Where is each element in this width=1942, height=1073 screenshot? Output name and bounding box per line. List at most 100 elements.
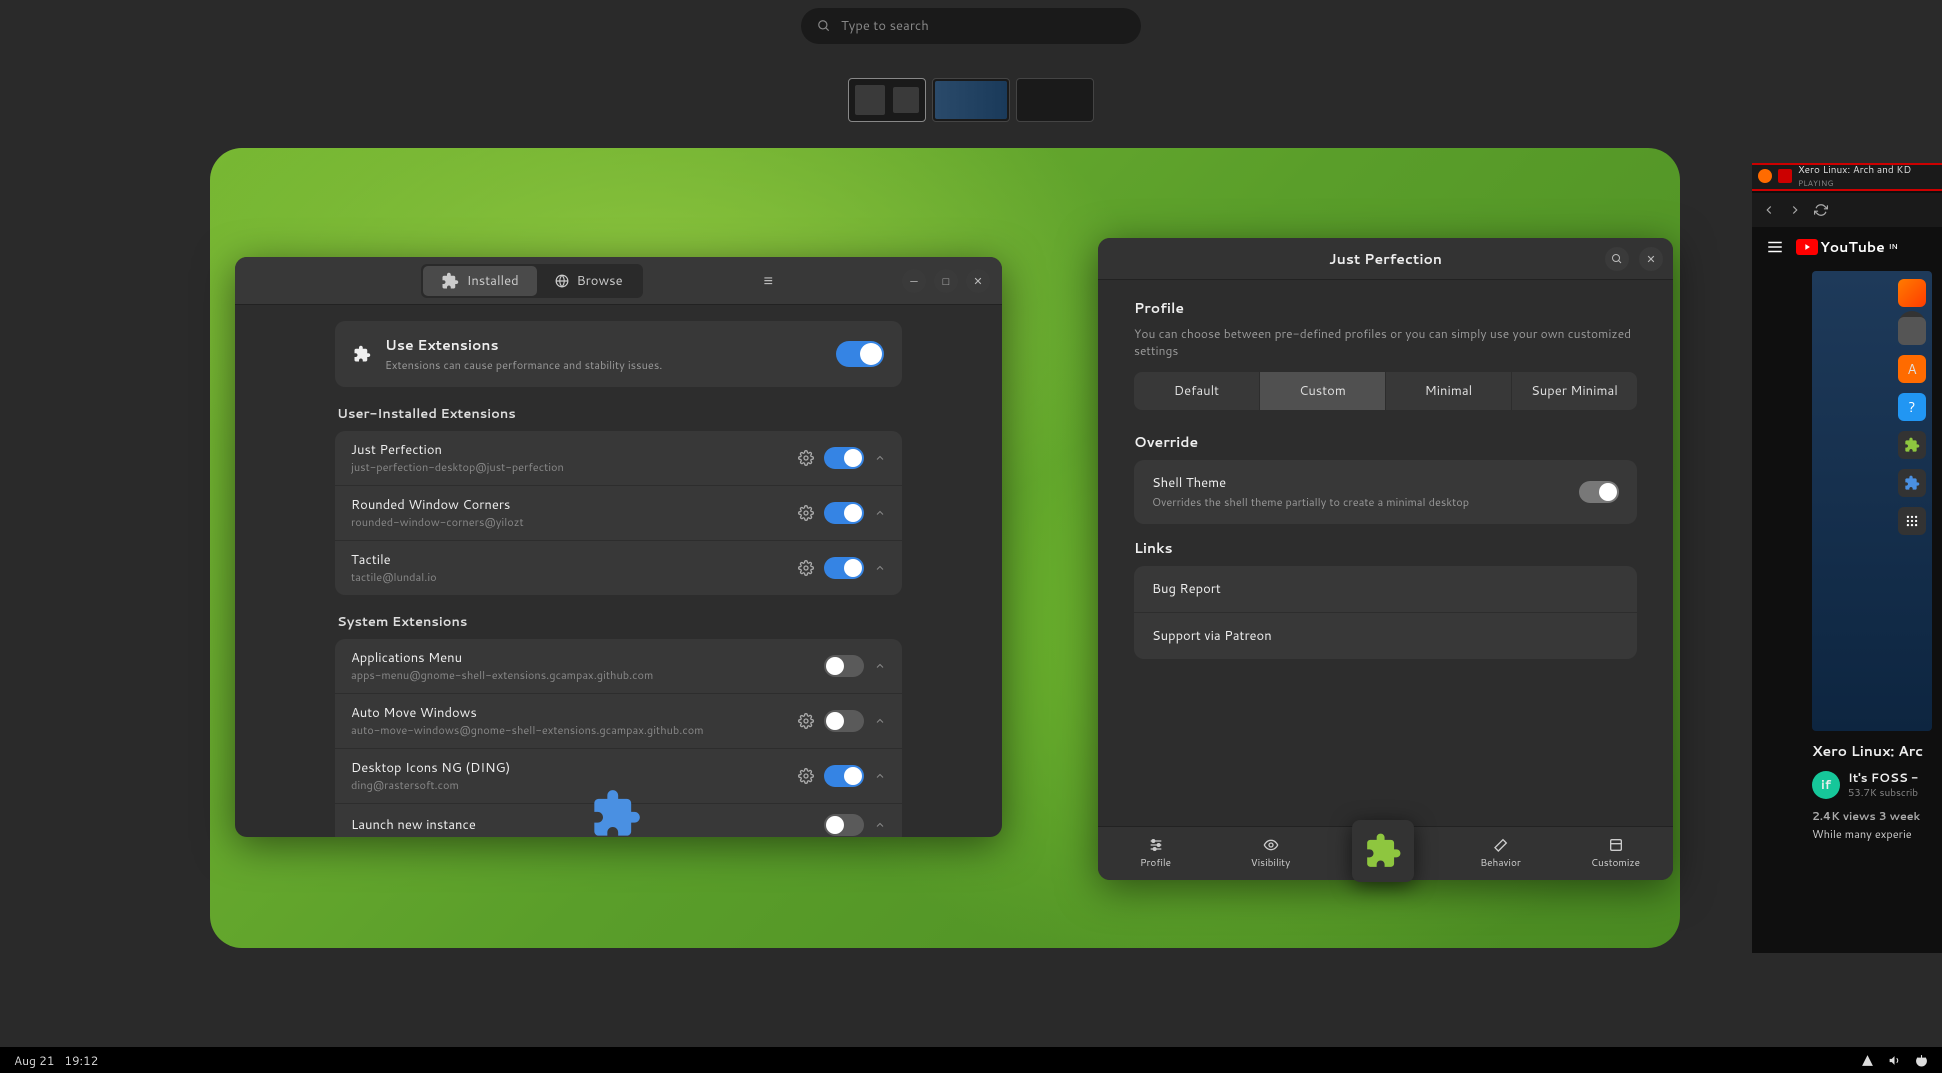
workspace-thumb-3[interactable] (1016, 78, 1094, 122)
extension-toggle[interactable] (824, 814, 864, 836)
extensions-headerbar: Installed Browse ≡ — □ ✕ (235, 257, 1002, 305)
maximize-button[interactable]: □ (934, 269, 958, 293)
workspace-thumb-1[interactable] (848, 78, 926, 122)
chevron-up-icon[interactable] (874, 507, 886, 519)
menu-button[interactable]: ≡ (756, 269, 780, 293)
extension-name: Launch new instance (351, 816, 788, 834)
shell-theme-sub: Overrides the shell theme partially to c… (1152, 494, 1579, 510)
link-bug-report[interactable]: Bug Report (1134, 566, 1637, 613)
nav-profile[interactable]: Profile (1098, 827, 1213, 880)
jp-search-button[interactable] (1605, 247, 1629, 271)
extension-toggle[interactable] (824, 502, 864, 524)
jp-headerbar: Just Perfection ✕ (1098, 238, 1673, 280)
workspace-switcher (848, 78, 1094, 122)
extension-id: ding@rastersoft.com (351, 777, 788, 793)
chevron-up-icon[interactable] (874, 452, 886, 464)
channel-avatar: if (1812, 771, 1840, 799)
apps-grid-dock-icon (1898, 507, 1926, 535)
youtube-header: YouTubeIN (1752, 227, 1942, 267)
video-metadata: Xero Linux: Arc if It's FOSS - 53.7K sub… (1752, 731, 1942, 842)
profile-minimal[interactable]: Minimal (1386, 372, 1512, 410)
extension-toggle[interactable] (824, 655, 864, 677)
extensions-view-switcher: Installed Browse (421, 264, 643, 298)
extension-row: Auto Move Windowsauto-move-windows@gnome… (335, 694, 902, 749)
profile-custom[interactable]: Custom (1260, 372, 1386, 410)
software-dock-icon: A (1898, 355, 1926, 383)
nav-visibility[interactable]: Visibility (1213, 827, 1328, 880)
extension-id: apps-menu@gnome-shell-extensions.gcampax… (351, 667, 788, 683)
shell-theme-toggle[interactable] (1579, 481, 1619, 503)
hamburger-icon[interactable] (1766, 238, 1784, 256)
tab-browse[interactable]: Browse (537, 266, 641, 296)
extension-name: Just Perfection (351, 441, 788, 459)
workspace-thumb-2[interactable] (932, 78, 1010, 122)
profile-super-minimal[interactable]: Super Minimal (1512, 372, 1637, 410)
help-dock-icon: ? (1898, 393, 1926, 421)
youtube-window: Xero Linux: Arch and KD PLAYING YouTubeI… (1752, 163, 1942, 953)
power-icon[interactable] (1915, 1054, 1928, 1067)
globe-icon (555, 274, 569, 288)
back-icon[interactable] (1762, 203, 1776, 217)
ext-blue-dock-icon (1898, 469, 1926, 497)
network-icon[interactable] (1861, 1054, 1874, 1067)
youtube-logo[interactable]: YouTubeIN (1796, 237, 1898, 257)
extension-id: tactile@lundal.io (351, 569, 788, 585)
puzzle-icon (353, 345, 371, 363)
jp-close-button[interactable]: ✕ (1639, 247, 1663, 271)
search-placeholder: Type to search (841, 17, 929, 35)
use-extensions-title: Use Extensions (385, 335, 822, 355)
search-icon (817, 19, 831, 33)
extensions-app-icon[interactable] (590, 788, 642, 840)
nav-customize[interactable]: Customize (1558, 827, 1673, 880)
gear-icon[interactable] (798, 560, 814, 576)
extension-row: Rounded Window Cornersrounded-window-cor… (335, 486, 902, 541)
extension-row: Just Perfectionjust-perfection-desktop@j… (335, 431, 902, 486)
nav-behavior[interactable]: Behavior (1443, 827, 1558, 880)
minimize-button[interactable]: — (902, 269, 926, 293)
extension-id: auto-move-windows@gnome-shell-extensions… (351, 722, 788, 738)
link-patreon[interactable]: Support via Patreon (1134, 613, 1637, 659)
reload-icon[interactable] (1814, 203, 1828, 217)
activities-search[interactable]: Type to search (801, 8, 1141, 44)
profile-heading: Profile (1134, 298, 1637, 318)
extension-name: Desktop Icons NG (DING) (351, 759, 788, 777)
media-notification[interactable]: Xero Linux: Arch and KD PLAYING (1752, 163, 1942, 191)
just-perfection-app-icon[interactable] (1352, 820, 1414, 882)
forward-icon[interactable] (1788, 203, 1802, 217)
chevron-up-icon[interactable] (874, 819, 886, 831)
shell-theme-row: Shell Theme Overrides the shell theme pa… (1134, 460, 1637, 524)
video-thumbnail[interactable]: ▲ A ? (1812, 271, 1932, 731)
chevron-up-icon[interactable] (874, 562, 886, 574)
use-extensions-toggle[interactable] (836, 341, 884, 367)
channel-row[interactable]: if It's FOSS - 53.7K subscrib (1812, 769, 1942, 800)
gear-icon[interactable] (798, 505, 814, 521)
links-heading: Links (1134, 538, 1637, 558)
wand-icon (1493, 837, 1509, 853)
gear-icon[interactable] (798, 768, 814, 784)
extension-name: Rounded Window Corners (351, 496, 788, 514)
extension-toggle[interactable] (824, 447, 864, 469)
panel-date[interactable]: Aug 21 (14, 1052, 54, 1069)
gear-icon[interactable] (798, 713, 814, 729)
chevron-up-icon[interactable] (874, 660, 886, 672)
extension-toggle[interactable] (824, 710, 864, 732)
tab-installed[interactable]: Installed (423, 266, 537, 296)
chevron-up-icon[interactable] (874, 770, 886, 782)
volume-icon[interactable] (1888, 1054, 1901, 1067)
extension-id: just-perfection-desktop@just-perfection (351, 459, 788, 475)
panel-time[interactable]: 19:12 (64, 1052, 98, 1069)
profile-selector: Default Custom Minimal Super Minimal (1134, 372, 1637, 410)
profile-default[interactable]: Default (1134, 372, 1260, 410)
extension-toggle[interactable] (824, 557, 864, 579)
extension-row: Tactiletactile@lundal.io (335, 541, 902, 595)
extension-toggle[interactable] (824, 765, 864, 787)
just-perfection-window: Just Perfection ✕ Profile You can choose… (1098, 238, 1673, 880)
close-button[interactable]: ✕ (966, 269, 990, 293)
extension-name: Auto Move Windows (351, 704, 788, 722)
section-user-installed: User-Installed Extensions (337, 405, 902, 423)
video-description: While many experie (1812, 826, 1942, 842)
palette-icon (1608, 837, 1624, 853)
extension-row: Applications Menuapps-menu@gnome-shell-e… (335, 639, 902, 694)
gear-icon[interactable] (798, 450, 814, 466)
chevron-up-icon[interactable] (874, 715, 886, 727)
